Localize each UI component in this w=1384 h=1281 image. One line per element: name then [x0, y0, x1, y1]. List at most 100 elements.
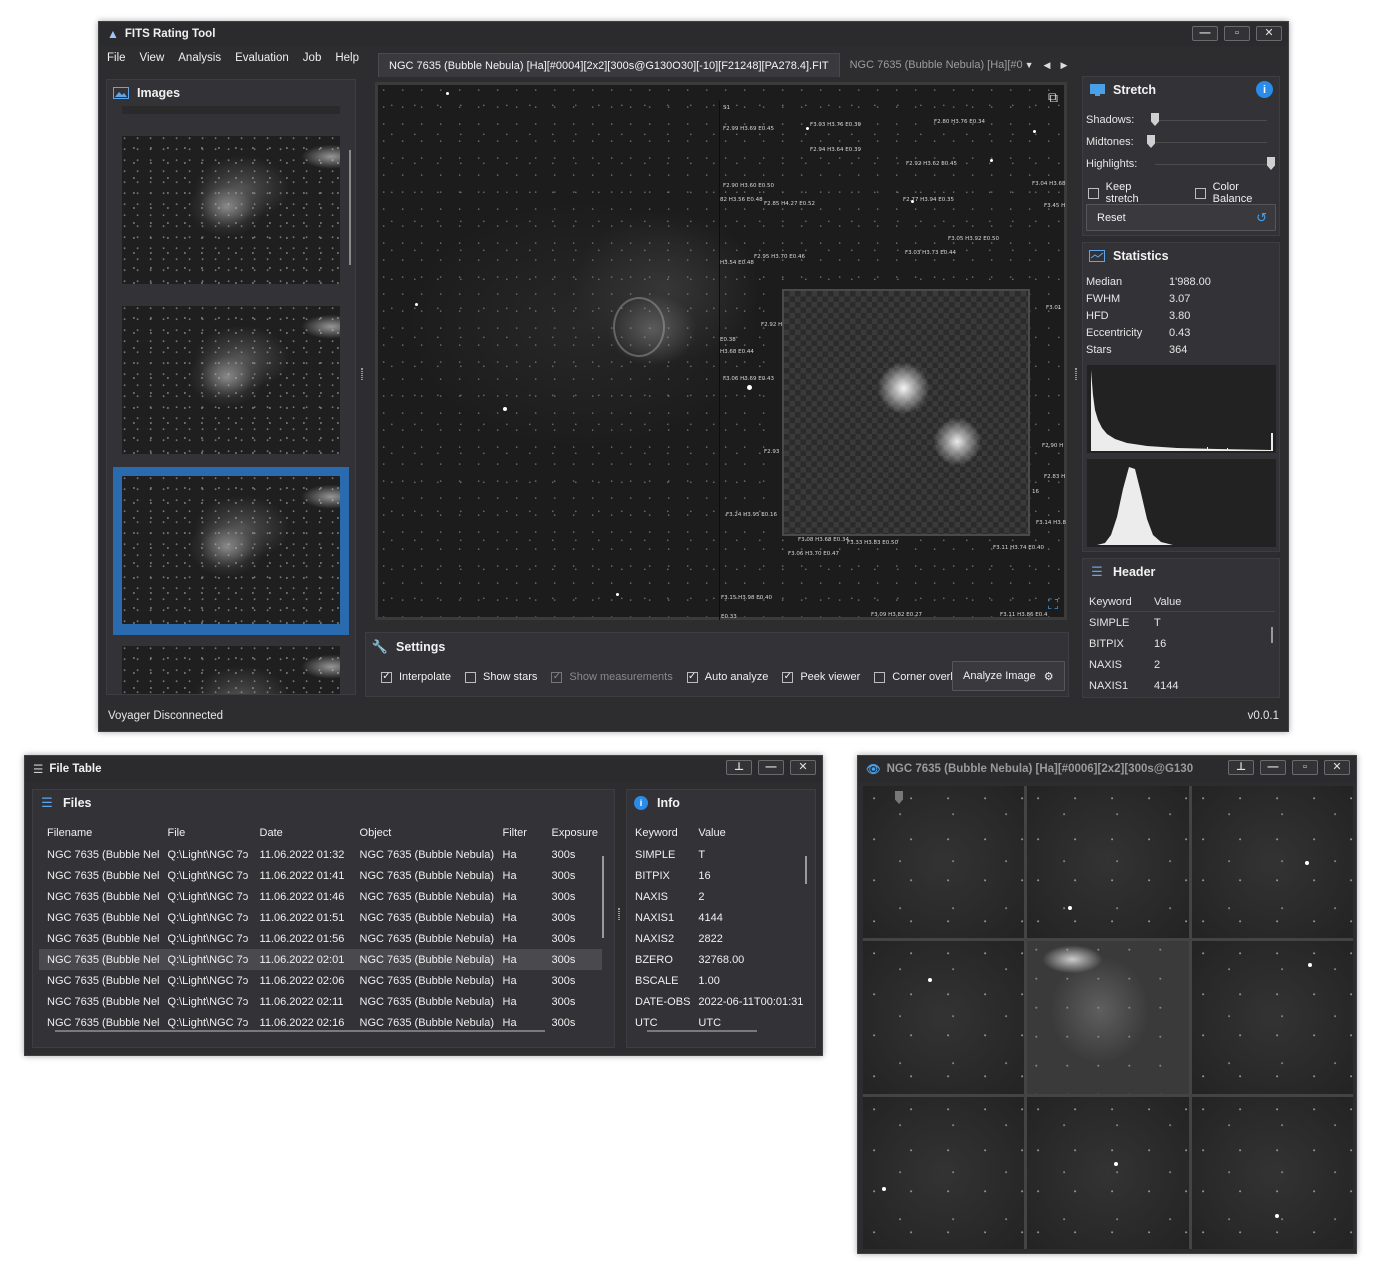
- col-object[interactable]: Object: [352, 822, 495, 844]
- table-row[interactable]: NGC 7635 (Bubble Nel Q:\Light\NGC 7ɔ 11.06…: [39, 991, 602, 1012]
- show-measurements-checkbox[interactable]: ✓ Show measurements: [551, 671, 673, 683]
- cell-object: NGC 7635 (Bubble Nebula): [359, 869, 495, 882]
- star-annotation: F2.90 H3.60 E0.50: [723, 183, 775, 189]
- image-thumbnail[interactable]: [122, 646, 340, 694]
- files-h-scrollbar[interactable]: [55, 1030, 545, 1032]
- table-row[interactable]: NGC 7635 (Bubble Nel Q:\Light\NGC 7ɔ 11.06…: [39, 928, 602, 949]
- pin-button[interactable]: ⊥: [1228, 760, 1254, 775]
- table-row[interactable]: NGC 7635 (Bubble Nel Q:\Light\NGC 7ɔ 11.06…: [39, 865, 602, 886]
- image-icon: [113, 86, 129, 100]
- highlights-slider[interactable]: [1267, 157, 1275, 170]
- table-row[interactable]: NAXIS1 4144: [627, 907, 812, 928]
- menu-job[interactable]: Job: [303, 52, 322, 64]
- table-row[interactable]: NGC 7635 (Bubble Nel Q:\Light\NGC 7ɔ 11.06…: [39, 949, 602, 970]
- cell-date: 11.06.2022 01:32: [259, 848, 345, 861]
- info-col-value[interactable]: Value: [690, 822, 812, 844]
- info-v-scrollbar[interactable]: [805, 856, 807, 884]
- table-row[interactable]: SIMPLE T: [627, 844, 812, 865]
- col-filter[interactable]: Filter: [495, 822, 544, 844]
- table-row[interactable]: NGC 7635 (Bubble Nel Q:\Light\NGC 7ɔ 11.06…: [39, 970, 602, 991]
- cell-exposure: 300s: [551, 932, 576, 945]
- info-h-scrollbar[interactable]: [647, 1030, 757, 1032]
- shadows-slider[interactable]: [1151, 113, 1159, 126]
- table-row[interactable]: BSCALE 1.00: [627, 970, 812, 991]
- table-row[interactable]: BZERO 32768.00: [627, 949, 812, 970]
- right-splitter-handle[interactable]: [1075, 368, 1077, 380]
- tab-active-image[interactable]: NGC 7635 (Bubble Nebula) [Ha][#0004][2x2…: [378, 53, 840, 77]
- show-stars-checkbox[interactable]: Show stars: [464, 671, 537, 683]
- info-col-keyword[interactable]: Keyword: [627, 822, 690, 844]
- table-row[interactable]: NGC 7635 (Bubble Nel Q:\Light\NGC 7ɔ 11.06…: [39, 886, 602, 907]
- highlights-track[interactable]: [1155, 164, 1271, 165]
- col-filename[interactable]: Filename: [39, 822, 160, 844]
- images-scrollbar[interactable]: [349, 150, 351, 265]
- close-button[interactable]: ✕: [1324, 760, 1350, 775]
- star: [1308, 963, 1312, 967]
- color-balance-checkbox[interactable]: Color Balance: [1194, 181, 1279, 205]
- image-thumbnail[interactable]: [122, 306, 340, 454]
- midtones-track[interactable]: [1147, 142, 1267, 143]
- cell-filename: NGC 7635 (Bubble Nel: [39, 949, 160, 970]
- checkbox-checked-icon: ✓: [686, 671, 698, 683]
- maximize-button[interactable]: ▫: [1292, 760, 1318, 775]
- tab-list-dropdown-icon[interactable]: ▼: [1025, 60, 1034, 70]
- tab-next-image[interactable]: NGC 7635 (Bubble Nebula) [Ha][#0: [840, 53, 1023, 77]
- menu-help[interactable]: Help: [335, 52, 359, 64]
- midtones-slider[interactable]: [1147, 135, 1155, 148]
- file-table-splitter[interactable]: [618, 908, 620, 920]
- app-logo-icon: ▲: [107, 27, 119, 41]
- peek-cell-middle-right: [1191, 941, 1353, 1094]
- left-splitter-handle[interactable]: [361, 368, 363, 380]
- header-col-value[interactable]: Value: [1154, 596, 1181, 608]
- minimize-button[interactable]: —: [1260, 760, 1286, 775]
- table-row[interactable]: DATE-OBS 2022-06-11T00:01:31: [627, 991, 812, 1012]
- star-annotation: F3.45 H: [1044, 203, 1066, 209]
- col-file[interactable]: File: [160, 822, 252, 844]
- menu-analysis[interactable]: Analysis: [178, 52, 221, 64]
- cell-file: Q:\Light\NGC 7ɔ: [167, 932, 249, 945]
- interpolate-checkbox[interactable]: ✓ Interpolate: [381, 671, 451, 683]
- table-row[interactable]: BITPIX 16: [627, 865, 812, 886]
- menu-file[interactable]: File: [107, 52, 126, 64]
- stat-value: 3.80: [1169, 309, 1191, 322]
- header-scrollbar[interactable]: [1271, 627, 1273, 643]
- tab-scroll-right-icon[interactable]: ▶: [1060, 60, 1067, 71]
- minimize-button[interactable]: —: [758, 760, 784, 775]
- pin-button[interactable]: ⊥: [726, 760, 752, 775]
- info-icon[interactable]: i: [1256, 81, 1273, 98]
- table-row[interactable]: NGC 7635 (Bubble Nel Q:\Light\NGC 7ɔ 11.06…: [39, 844, 602, 865]
- cell-exposure: 300s: [551, 974, 576, 987]
- close-button[interactable]: ✕: [790, 760, 816, 775]
- tab-scroll-left-icon[interactable]: ◀: [1044, 60, 1051, 71]
- menu-view[interactable]: View: [140, 52, 165, 64]
- menu-evaluation[interactable]: Evaluation: [235, 52, 289, 64]
- checkbox-checked-icon: ✓: [551, 671, 563, 683]
- col-exposure[interactable]: Exposure: [544, 822, 602, 844]
- minimize-button[interactable]: —: [1192, 26, 1218, 41]
- keep-stretch-checkbox[interactable]: Keep stretch: [1088, 181, 1165, 205]
- auto-analyze-checkbox[interactable]: ✓ Auto analyze: [686, 671, 768, 683]
- image-thumbnail[interactable]: [122, 136, 340, 284]
- peek-grid[interactable]: [863, 786, 1353, 1249]
- file-table-title: File Table: [49, 763, 102, 775]
- reset-button[interactable]: Reset ↺: [1086, 204, 1276, 231]
- analyze-image-button[interactable]: Analyze Image ⚙: [952, 661, 1065, 691]
- cell-filter: Ha: [502, 932, 517, 945]
- star: [928, 978, 932, 982]
- maximize-button[interactable]: ▫: [1224, 26, 1250, 41]
- fullscreen-icon[interactable]: ⛶: [1048, 596, 1058, 613]
- files-v-scrollbar[interactable]: [602, 856, 604, 938]
- table-row[interactable]: NAXIS2 2822: [627, 928, 812, 949]
- table-row[interactable]: NAXIS 2: [627, 886, 812, 907]
- image-thumbnail-selected[interactable]: [113, 467, 349, 635]
- peek-viewer-checkbox[interactable]: ✓ Peek viewer: [782, 671, 860, 683]
- shadows-track[interactable]: [1151, 120, 1267, 121]
- col-date[interactable]: Date: [252, 822, 352, 844]
- settings-panel: 🔧 Settings ✓ Interpolate Show stars ✓ Show…: [365, 632, 1069, 697]
- corner-overlay-checkbox[interactable]: Corner overlay: [874, 671, 964, 683]
- table-row[interactable]: NGC 7635 (Bubble Nel Q:\Light\NGC 7ɔ 11.06…: [39, 907, 602, 928]
- stat-value: 364: [1169, 343, 1188, 356]
- header-col-keyword[interactable]: Keyword: [1089, 596, 1154, 608]
- close-button[interactable]: ✕: [1256, 26, 1282, 41]
- open-external-icon[interactable]: ⧉: [1048, 89, 1058, 106]
